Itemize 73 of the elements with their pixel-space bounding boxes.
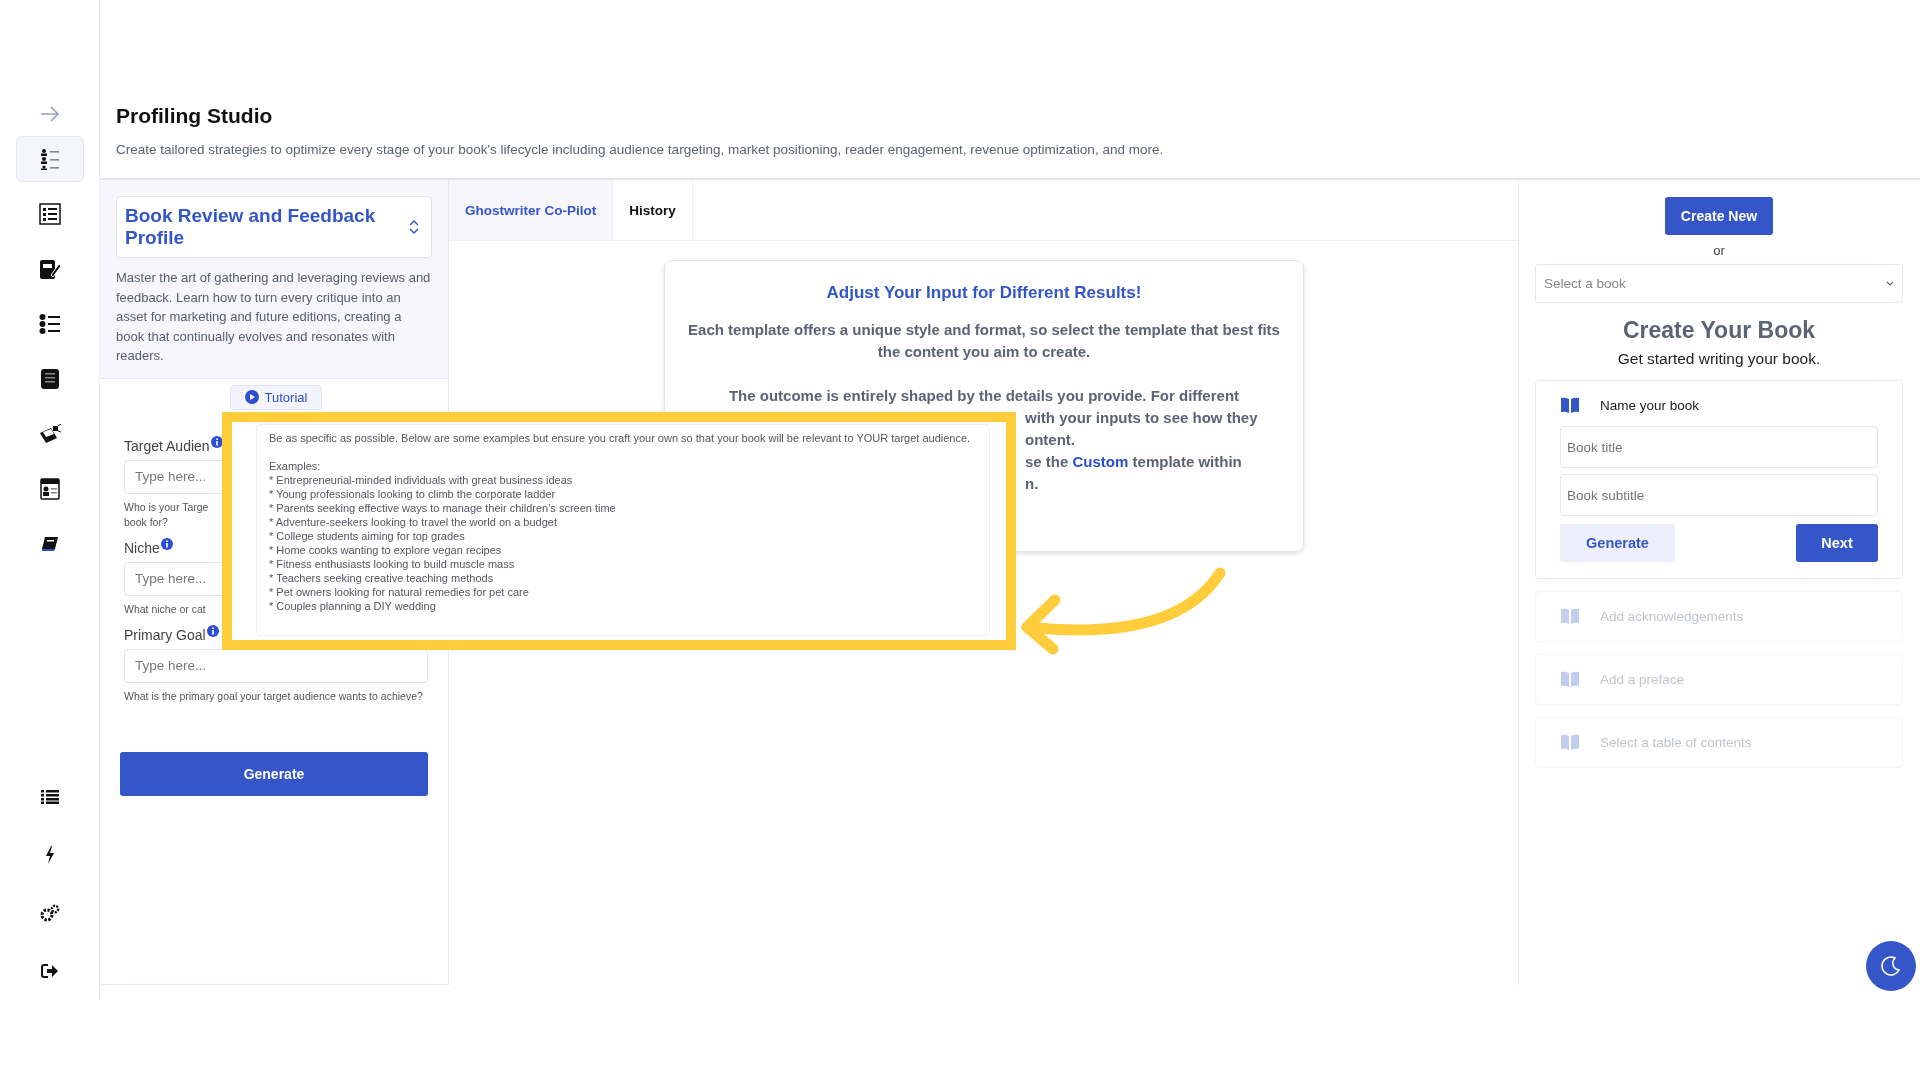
- tooltip-example: * College students aiming for top grades: [269, 529, 466, 543]
- bullet-list-icon[interactable]: [38, 313, 61, 335]
- card-text: with your inputs to see how they: [1025, 409, 1258, 426]
- text-input[interactable]: Book subtitle: [1560, 474, 1878, 516]
- card-text: ontent.: [1025, 431, 1075, 448]
- card-text: template within: [1131, 453, 1242, 470]
- tooltip-intro: Be as specific as possible. Below are some examples but ensure you craft your own so that your book will be relevant to YOUR target audience.: [269, 431, 972, 445]
- page-title: Profiling Studio: [116, 104, 274, 128]
- text-input[interactable]: Book title: [1560, 426, 1878, 468]
- info-icon[interactable]: [206, 624, 219, 637]
- step-title: Name your book: [1600, 398, 1700, 413]
- logout-icon[interactable]: [40, 963, 59, 979]
- book-select[interactable]: Select a book: [1535, 264, 1903, 303]
- profile-description: Master the art of gathering and leveraging reviews and feedback. Learn how to turn every critique into an asset for marketing and future editions, creating a book that continually evolves and resonates with readers.: [116, 269, 432, 365]
- tooltip-example: * Young professionals looking to climb the corporate ladder: [269, 487, 557, 501]
- bolt-icon[interactable]: [44, 846, 55, 864]
- tooltip-example: * Fitness enthusiasts looking to build muscle mass: [269, 557, 516, 571]
- generate-button[interactable]: Generate: [1560, 524, 1675, 562]
- card-title: Adjust Your Input for Different Results!: [825, 283, 1143, 303]
- next-button[interactable]: Next: [1796, 524, 1878, 562]
- info-icon[interactable]: [160, 537, 173, 550]
- step-title: Add acknowledgements: [1600, 609, 1744, 624]
- open-book-icon: [1560, 671, 1580, 688]
- generate-button[interactable]: Generate: [120, 751, 428, 796]
- chevron-down-icon: [1886, 280, 1894, 287]
- field-hint: Who is your Targe: [124, 499, 209, 515]
- card-text: se the: [1025, 453, 1070, 470]
- section-heading: Create Your Book: [1622, 317, 1816, 344]
- card-text: The outcome is entirely shaped by the details you provide. For different: [727, 386, 1241, 406]
- tooltip-example: * Couples planning a DIY wedding: [269, 599, 437, 613]
- tablet-icon[interactable]: [39, 368, 60, 390]
- field-label: Target Audien: [124, 437, 210, 454]
- field-hint: book for?: [124, 514, 168, 530]
- profile-selector[interactable]: Book Review and Feedback Profile: [116, 196, 432, 258]
- step-card[interactable]: Name your book Book title Book subtitle Generate Next: [1535, 380, 1903, 579]
- tooltip-example: * Teachers seeking creative teaching methods: [269, 571, 495, 585]
- custom-link[interactable]: Custom: [1072, 453, 1129, 470]
- people-list-icon[interactable]: [39, 148, 60, 170]
- field-label: Niche: [124, 539, 160, 556]
- step-title: Add a preface: [1600, 672, 1685, 687]
- moon-icon: [1880, 955, 1902, 977]
- numbered-list-icon[interactable]: [38, 203, 61, 225]
- field-hint: What niche or cat: [124, 601, 206, 617]
- chevron-updown-icon: [409, 219, 419, 235]
- tooltip-example: * Parents seeking effective ways to manage their children's screen time: [269, 501, 617, 515]
- list-icon[interactable]: [40, 790, 59, 804]
- play-icon: [244, 390, 259, 404]
- section-subheading: Get started writing your book.: [1617, 350, 1821, 368]
- help-button[interactable]: [1866, 941, 1916, 991]
- expand-arrow-icon[interactable]: [39, 106, 60, 122]
- tutorial-button[interactable]: Tutorial: [229, 384, 323, 410]
- create-new-button[interactable]: Create New: [1664, 197, 1774, 235]
- book-icon[interactable]: [40, 536, 59, 552]
- tooltip-example: * Home cooks wanting to explore vegan recipes: [269, 543, 503, 557]
- id-card-icon[interactable]: [39, 478, 60, 500]
- field-label: Primary Goal: [124, 626, 206, 643]
- open-book-icon: [1560, 734, 1580, 751]
- tooltip-heading: Examples:: [269, 459, 322, 473]
- tooltip-example: * Adventure-seekers looking to travel the world on a budget: [269, 515, 558, 529]
- tab[interactable]: Ghostwriter Co-Pilot: [449, 180, 614, 240]
- step-title: Select a table of contents: [1600, 735, 1752, 750]
- open-book-icon: [1560, 608, 1580, 625]
- card-text: n.: [1025, 475, 1039, 492]
- open-book-icon: [1560, 397, 1580, 414]
- tooltip-example: * Entrepreneurial-minded individuals with great business ideas: [269, 473, 574, 487]
- text-input[interactable]: Type here...: [124, 648, 428, 683]
- tooltip-example: * Pet owners looking for natural remedies for pet care: [269, 585, 530, 599]
- document-pen-icon[interactable]: [38, 258, 61, 280]
- or-label: or: [1713, 243, 1725, 258]
- card-paragraph: Each template offers a unique style and format, so select the template that best fits the content you aim to create.: [687, 320, 1281, 362]
- info-icon[interactable]: [210, 435, 223, 448]
- page-subtitle: Create tailored strategies to optimize every stage of your book's lifecycle including audience targeting, market positioning, reader engagement, revenue optimization, and more.: [116, 142, 1165, 157]
- field-hint: What is the primary goal your target audience wants to achieve?: [124, 688, 423, 704]
